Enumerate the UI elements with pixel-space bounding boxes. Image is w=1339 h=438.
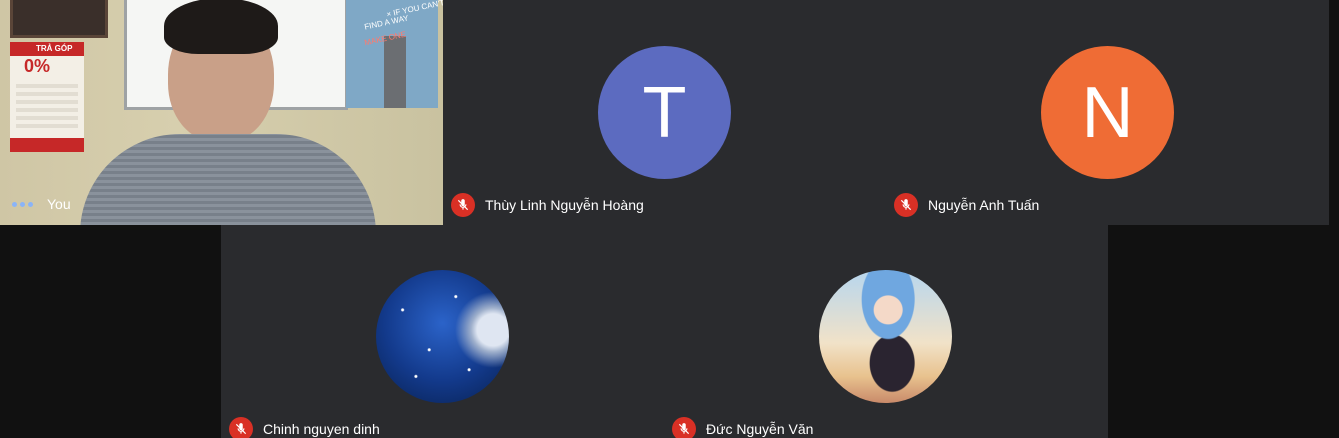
participant-tile-thuy-linh[interactable]: T Thùy Linh Nguyễn Hoàng [443, 0, 886, 225]
avatar-starry-moon-photo [376, 270, 509, 403]
participant-name: Chinh nguyen dinh [263, 421, 380, 437]
microphone-off-icon [229, 417, 253, 438]
calendar-title: TRẢ GÓP [36, 44, 73, 53]
calendar-footer [10, 138, 84, 152]
avatar-initial: N [1081, 72, 1134, 153]
self-name-row: You [12, 196, 71, 212]
calendar-grid [16, 82, 78, 128]
picture-frame [10, 0, 108, 38]
participant-tile-nguyen-anh-tuan[interactable]: N Nguyễn Anh Tuấn [886, 0, 1329, 225]
avatar-initial: T [642, 72, 687, 153]
self-video-tile[interactable]: TRẢ GÓP 0% × IF YOU CAN'T FIND A WAY MAK… [0, 0, 443, 225]
participant-name: Thùy Linh Nguyễn Hoàng [485, 197, 644, 213]
name-row-nguyen-anh-tuan: Nguyễn Anh Tuấn [894, 193, 1039, 217]
microphone-off-icon [894, 193, 918, 217]
wall-calendar: TRẢ GÓP 0% [10, 42, 84, 152]
participant-name: Đức Nguyễn Văn [706, 421, 814, 437]
person-hair [164, 0, 278, 54]
microphone-off-icon [451, 193, 475, 217]
participant-tile-duc-nguyen-van[interactable]: Đức Nguyễn Văn [664, 225, 1108, 438]
avatar-anime-character-photo [819, 270, 952, 403]
name-row-thuy-linh: Thùy Linh Nguyễn Hoàng [451, 193, 644, 217]
person-shirt [80, 134, 376, 225]
avatar-nguyen-anh-tuan: N [1041, 46, 1174, 179]
calendar-zero: 0% [24, 56, 51, 76]
poster-road [384, 36, 406, 108]
name-row-duc-nguyen-van: Đức Nguyễn Văn [672, 417, 813, 438]
speaking-dots-icon [12, 201, 33, 207]
participant-tile-chinh-nguyen-dinh[interactable]: Chinh nguyen dinh [221, 225, 664, 438]
self-name: You [47, 196, 71, 212]
participant-name: Nguyễn Anh Tuấn [928, 197, 1040, 213]
microphone-off-icon [672, 417, 696, 438]
avatar-thuy-linh: T [598, 46, 731, 179]
name-row-chinh-nguyen-dinh: Chinh nguyen dinh [229, 417, 380, 438]
motivational-poster: × IF YOU CAN'T FIND A WAY MAKE ONE [346, 0, 443, 108]
